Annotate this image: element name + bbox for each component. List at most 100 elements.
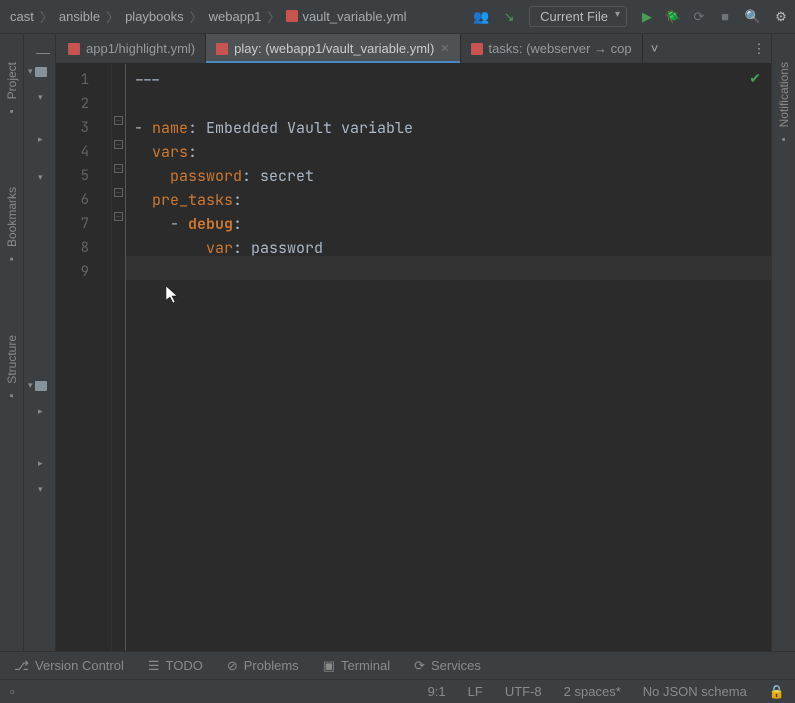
tabs-menu-icon[interactable]: ⋮ <box>747 34 771 63</box>
close-icon[interactable]: ✕ <box>440 42 449 55</box>
problems-icon: ⊘ <box>227 658 238 674</box>
caret-position[interactable]: 9:1 <box>428 684 446 699</box>
bookmarks-icon: ▪ <box>6 253 18 265</box>
editor-tab[interactable]: tasks: (webserver → cop <box>461 34 643 63</box>
toolwindow-problems[interactable]: ⊘ Problems <box>227 658 299 674</box>
code-line[interactable]: pre_tasks: <box>134 188 763 212</box>
debug-icon[interactable]: 🪲 <box>665 9 681 25</box>
breadcrumb-item[interactable]: webapp1 <box>205 7 266 26</box>
project-tree-gutter[interactable]: — ▾ ▾ ▸ ▾ ▾ ▸ ▸ ▾ <box>24 34 56 651</box>
line-number: 6 <box>56 188 111 212</box>
folder-icon <box>35 381 47 391</box>
status-bar: ▫ 9:1 LF UTF-8 2 spaces* No JSON schema … <box>0 679 795 703</box>
yaml-file-icon <box>286 10 298 22</box>
tab-label: tasks: (webserver → cop <box>489 41 632 56</box>
line-number: 8 <box>56 236 111 260</box>
toolwindow-version-control[interactable]: ⎇ Version Control <box>14 658 124 674</box>
code-line[interactable]: - name: Embedded Vault variable <box>134 116 763 140</box>
fold-toggle-icon[interactable]: – <box>114 140 123 149</box>
breadcrumb-sep-icon: 〉 <box>190 7 203 26</box>
encoding[interactable]: UTF-8 <box>505 684 542 699</box>
version-control-icon: ⎇ <box>14 658 29 674</box>
fold-gutter[interactable]: – – – – – <box>112 64 126 651</box>
fold-toggle-icon[interactable]: – <box>114 212 123 221</box>
line-number: 1 <box>56 68 111 92</box>
breadcrumb-sep-icon: 〉 <box>267 7 280 26</box>
structure-icon: ▪ <box>6 390 18 402</box>
lock-icon[interactable]: 🔒 <box>769 684 785 700</box>
status-widget-toggle-icon[interactable]: ▫ <box>10 684 15 699</box>
right-tool-stripe: ▪Notifications <box>771 34 795 651</box>
fold-toggle-icon[interactable]: – <box>114 116 123 125</box>
toolwindow-services[interactable]: ⟳Services <box>414 658 481 674</box>
chevron-right-icon[interactable]: ▸ <box>38 406 43 417</box>
fold-toggle-icon[interactable]: – <box>114 164 123 173</box>
tool-label: Version Control <box>35 658 124 673</box>
tool-label: Problems <box>244 658 299 673</box>
tab-label: app1/highlight.yml) <box>86 41 195 56</box>
line-number: 7 <box>56 212 111 236</box>
inspection-ok-icon[interactable]: ✔ <box>749 70 761 87</box>
notifications-icon: ▪ <box>778 133 790 145</box>
users-icon[interactable]: 👥 <box>473 9 489 25</box>
code-line[interactable] <box>134 92 763 116</box>
chevron-right-icon[interactable]: ▸ <box>38 458 43 469</box>
todo-icon: ☰ <box>148 658 160 674</box>
collapse-icon[interactable]: — <box>36 44 50 60</box>
code-line[interactable]: password: secret <box>134 164 763 188</box>
code-line[interactable]: - debug: <box>134 212 763 236</box>
yaml-file-icon <box>216 43 228 55</box>
gear-icon[interactable]: ⚙ <box>773 9 789 25</box>
yaml-file-icon <box>471 43 483 55</box>
toolwindow-project[interactable]: ▪Project <box>5 62 19 117</box>
fold-toggle-icon[interactable]: – <box>114 188 123 197</box>
toolwindow-bookmarks[interactable]: ▪Bookmarks <box>5 187 19 265</box>
chevron-down-icon[interactable]: ▾ <box>38 172 43 183</box>
chevron-down-icon[interactable]: ▾ <box>38 484 43 495</box>
chevron-right-icon[interactable]: ▸ <box>38 134 43 145</box>
breadcrumb-sep-icon: 〉 <box>40 7 53 26</box>
search-icon[interactable]: 🔍 <box>745 9 761 25</box>
stop-icon[interactable]: ■ <box>717 9 733 25</box>
tabs-overflow-icon[interactable]: ˅ <box>643 34 667 63</box>
line-number: 2 <box>56 92 111 116</box>
build-icon[interactable]: ↘ <box>501 9 517 25</box>
code-line[interactable]: vars: <box>134 140 763 164</box>
editor-tabs: app1/highlight.yml) play: (webapp1/vault_… <box>56 34 771 64</box>
run-config-label: Current File <box>540 9 608 24</box>
toolwindow-notifications[interactable]: ▪Notifications <box>777 62 791 145</box>
chevron-down-icon[interactable]: ▾ <box>28 380 33 391</box>
tab-label: play: (webapp1/vault_variable.yml) <box>234 41 434 56</box>
coverage-icon[interactable]: ⟳ <box>691 9 707 25</box>
line-number: 3 <box>56 116 111 140</box>
json-schema[interactable]: No JSON schema <box>643 684 747 699</box>
toolwindow-todo[interactable]: ☰TODO <box>148 658 203 674</box>
toolwindow-terminal[interactable]: ▣ Terminal <box>323 658 390 674</box>
toolwindow-structure[interactable]: ▪Structure <box>5 335 19 402</box>
run-config-select[interactable]: Current File <box>529 6 627 27</box>
services-icon: ⟳ <box>414 658 425 674</box>
breadcrumb-item[interactable]: vault_variable.yml <box>282 7 410 26</box>
breadcrumb-sep-icon: 〉 <box>106 7 119 26</box>
breadcrumb-item[interactable]: ansible <box>55 7 104 26</box>
tool-label: Terminal <box>341 658 390 673</box>
bottom-toolwindow-bar: ⎇ Version Control ☰TODO ⊘ Problems ▣ Terminal ⟳… <box>0 651 795 679</box>
breadcrumb[interactable]: cast〉ansible〉playbooks〉webapp1〉vault_var… <box>6 7 410 26</box>
mouse-cursor-icon <box>166 286 178 304</box>
code-line[interactable]: --- <box>134 68 763 92</box>
terminal-icon: ▣ <box>323 658 335 674</box>
yaml-file-icon <box>68 43 80 55</box>
editor-tab[interactable]: play: (webapp1/vault_variable.yml) ✕ <box>206 34 460 63</box>
chevron-down-icon[interactable]: ▾ <box>38 92 43 103</box>
run-icon[interactable]: ▶ <box>639 9 655 25</box>
chevron-down-icon[interactable]: ▾ <box>28 66 33 77</box>
breadcrumb-item[interactable]: cast <box>6 7 38 26</box>
code-area[interactable]: --- - name: Embedded Vault variable vars:… <box>126 64 771 651</box>
left-tool-stripe: ▪Project ▪Bookmarks ▪Structure <box>0 34 24 651</box>
breadcrumb-item[interactable]: playbooks <box>121 7 188 26</box>
indent[interactable]: 2 spaces* <box>564 684 621 699</box>
editor-tab[interactable]: app1/highlight.yml) <box>58 34 206 63</box>
top-toolbar: cast〉ansible〉playbooks〉webapp1〉vault_var… <box>0 0 795 34</box>
project-icon: ▪ <box>6 105 18 117</box>
line-ending[interactable]: LF <box>468 684 483 699</box>
